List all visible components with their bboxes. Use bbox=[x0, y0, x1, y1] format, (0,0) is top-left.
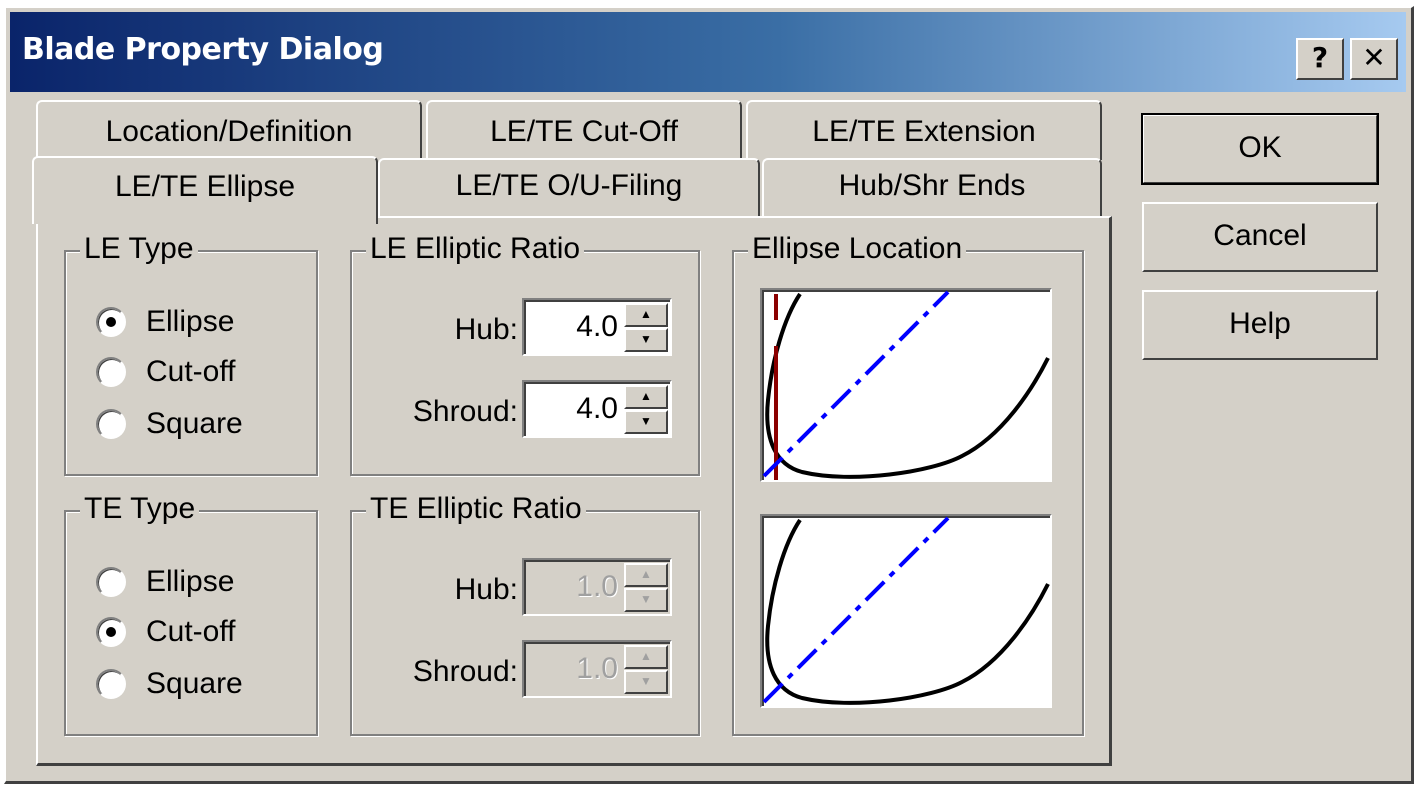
le-type-square-radio[interactable]: Square bbox=[96, 404, 243, 444]
spin-down-icon: ▼ bbox=[624, 670, 668, 694]
tab-le-te-extension[interactable]: LE/TE Extension bbox=[746, 100, 1102, 160]
te-hub-label: Hub: bbox=[454, 573, 518, 606]
tab-panel-le-te-ellipse: LE Type Ellipse Cut-off Square TE Type E… bbox=[36, 216, 1112, 766]
camber-line bbox=[762, 516, 950, 704]
window-title: Blade Property Dialog bbox=[22, 32, 384, 67]
le-type-ellipse-radio[interactable]: Ellipse bbox=[96, 302, 234, 342]
radio-button[interactable] bbox=[96, 357, 126, 387]
radio-label: Cut-off bbox=[146, 355, 236, 388]
close-icon[interactable]: ✕ bbox=[1350, 38, 1398, 80]
spin-down-icon: ▼ bbox=[624, 588, 668, 612]
spin-up-icon[interactable]: ▲ bbox=[624, 385, 668, 409]
te-shroud-input bbox=[528, 648, 618, 690]
le-ellipse-preview bbox=[760, 288, 1052, 482]
tab-le-te-ou-filing[interactable]: LE/TE O/U-Filing bbox=[378, 158, 760, 216]
spin-up-icon: ▲ bbox=[624, 563, 668, 587]
tab-label: LE/TE Ellipse bbox=[114, 170, 296, 203]
le-type-cut-off-radio[interactable]: Cut-off bbox=[96, 352, 236, 392]
le-hub-label: Hub: bbox=[454, 313, 518, 346]
tab-label: Hub/Shr Ends bbox=[838, 169, 1026, 202]
radio-label: Ellipse bbox=[146, 565, 235, 598]
tab-label: LE/TE Extension bbox=[812, 115, 1036, 148]
cancel-button[interactable]: Cancel bbox=[1142, 202, 1378, 272]
tab-label: Location/Definition bbox=[105, 115, 353, 148]
spin-up-icon: ▲ bbox=[624, 645, 668, 669]
te-elliptic-ratio-group: TE Elliptic Ratio Hub: ▲ ▼ Shroud: ▲ ▼ bbox=[350, 490, 700, 736]
radio-label: Cut-off bbox=[146, 615, 236, 648]
radio-button[interactable] bbox=[96, 617, 126, 647]
spin-down-icon[interactable]: ▼ bbox=[624, 328, 668, 352]
te-type-group: TE Type Ellipse Cut-off Square bbox=[64, 490, 318, 736]
le-type-group: LE Type Ellipse Cut-off Square bbox=[64, 230, 318, 476]
blade-curve bbox=[765, 292, 1050, 479]
spin-up-icon[interactable]: ▲ bbox=[624, 303, 668, 327]
le-elliptic-ratio-group: LE Elliptic Ratio Hub: ▲ ▼ Shroud: ▲ ▼ bbox=[350, 230, 700, 476]
te-type-title: TE Type bbox=[80, 490, 200, 528]
le-shroud-label: Shroud: bbox=[412, 395, 518, 428]
radio-button[interactable] bbox=[96, 307, 126, 337]
radio-label: Square bbox=[146, 667, 243, 700]
title-bar[interactable]: Blade Property Dialog ? ✕ bbox=[10, 12, 1406, 92]
ellipse-location-title: Ellipse Location bbox=[748, 230, 967, 268]
tab-location-definition[interactable]: Location/Definition bbox=[36, 100, 422, 160]
radio-dot bbox=[106, 317, 116, 327]
tab-le-te-cut-off[interactable]: LE/TE Cut-Off bbox=[426, 100, 742, 160]
blade-property-dialog: Blade Property Dialog ? ✕ Location/Defin… bbox=[4, 6, 1414, 784]
camber-line bbox=[762, 290, 950, 478]
radio-button[interactable] bbox=[96, 567, 126, 597]
tab-le-te-ellipse[interactable]: LE/TE Ellipse bbox=[32, 156, 378, 224]
ok-button[interactable]: OK bbox=[1141, 113, 1379, 185]
radio-button[interactable] bbox=[96, 669, 126, 699]
tab-hub-shr-ends[interactable]: Hub/Shr Ends bbox=[762, 158, 1102, 216]
te-type-ellipse-radio[interactable]: Ellipse bbox=[96, 562, 234, 602]
te-hub-spinner: ▲ ▼ bbox=[522, 558, 672, 616]
help-button[interactable]: Help bbox=[1142, 290, 1378, 360]
ellipse-location-group: Ellipse Location bbox=[732, 230, 1084, 736]
le-type-title: LE Type bbox=[80, 230, 198, 268]
le-ellipse-diagram bbox=[762, 290, 1050, 480]
radio-button[interactable] bbox=[96, 409, 126, 439]
le-hub-input[interactable] bbox=[528, 306, 618, 348]
tab-label: LE/TE Cut-Off bbox=[490, 115, 678, 148]
help-title-button[interactable]: ? bbox=[1296, 38, 1344, 80]
radio-dot bbox=[106, 627, 116, 637]
tab-label: LE/TE O/U-Filing bbox=[455, 169, 683, 202]
le-elliptic-ratio-title: LE Elliptic Ratio bbox=[366, 230, 585, 268]
te-shroud-spinner: ▲ ▼ bbox=[522, 640, 672, 698]
te-hub-input bbox=[528, 566, 618, 608]
te-shroud-label: Shroud: bbox=[412, 655, 518, 688]
te-type-cut-off-radio[interactable]: Cut-off bbox=[96, 612, 236, 652]
radio-label: Ellipse bbox=[146, 305, 235, 338]
le-shroud-input[interactable] bbox=[528, 388, 618, 430]
te-type-square-radio[interactable]: Square bbox=[96, 664, 243, 704]
le-shroud-spinner[interactable]: ▲ ▼ bbox=[522, 380, 672, 438]
te-ellipse-diagram bbox=[762, 516, 1050, 705]
te-elliptic-ratio-title: TE Elliptic Ratio bbox=[366, 490, 586, 528]
radio-label: Square bbox=[146, 407, 243, 440]
le-hub-spinner[interactable]: ▲ ▼ bbox=[522, 298, 672, 356]
te-ellipse-preview bbox=[760, 514, 1052, 708]
spin-down-icon[interactable]: ▼ bbox=[624, 410, 668, 434]
blade-curve bbox=[765, 518, 1050, 705]
